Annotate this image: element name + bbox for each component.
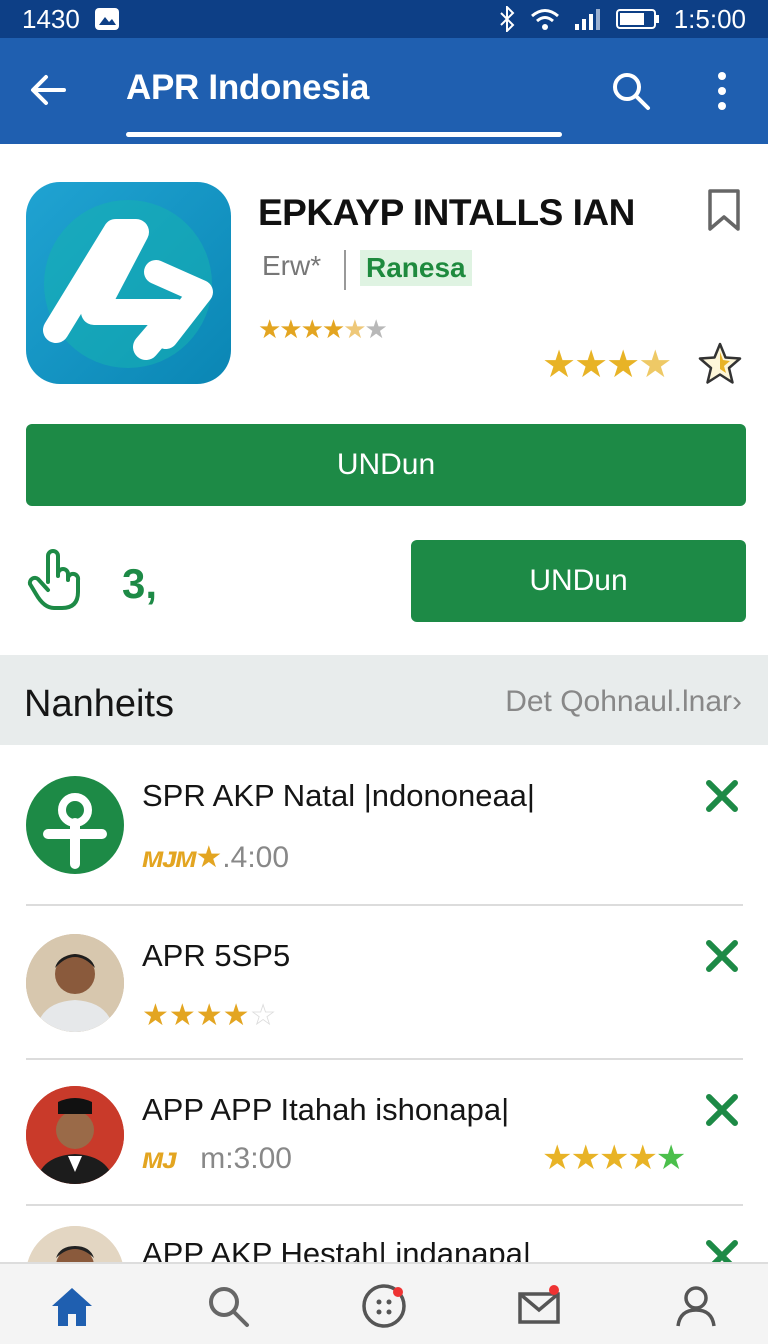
person-photo-icon [26, 1086, 124, 1184]
section-see-all-link[interactable]: Det Qohnaul.lnar› [505, 685, 742, 719]
app-logo-icon [43, 793, 107, 869]
list-item-tag: ᴍᴊ [142, 1142, 177, 1175]
category-badge[interactable]: Ranesa [360, 250, 472, 286]
close-icon[interactable] [704, 938, 740, 974]
status-bar: 1430 1:5:00 [0, 0, 768, 38]
person-photo-icon [26, 934, 124, 1032]
app-icon [26, 182, 231, 384]
list-item[interactable]: APP APP Itahah ishonapa| ᴍᴊ m:3:00 ★★★★★ [0, 1062, 768, 1208]
list-item-tag: ᴍᴊᴍ [142, 841, 197, 874]
back-arrow-icon[interactable] [26, 68, 70, 112]
list-item-rating: ★★★★★ [542, 1139, 686, 1177]
search-icon[interactable] [610, 70, 652, 112]
row-divider [26, 1058, 743, 1060]
list-item-time: .4:00 [222, 841, 290, 874]
apps-icon[interactable] [360, 1282, 408, 1330]
app-bar-title: APR Indonesia [126, 68, 370, 107]
list-item[interactable]: SPR AKP Natal |ndononeaa| ᴍᴊᴍ★.4:00 [0, 760, 768, 906]
bottom-nav [0, 1262, 768, 1344]
app-bar: APR Indonesia [0, 38, 768, 144]
profile-icon[interactable] [672, 1282, 720, 1330]
gallery-icon [94, 8, 119, 30]
person-photo-icon [26, 1226, 124, 1262]
app-name: EPKAYP INTALLS IAN [258, 192, 635, 233]
title-underline [126, 132, 562, 137]
install-button[interactable]: UNDun [26, 424, 746, 506]
list-item-name: APP AKP Hestah| indanapa| [142, 1236, 531, 1262]
close-icon[interactable] [704, 1238, 740, 1262]
more-vert-icon[interactable] [704, 68, 740, 114]
list-item-name: APR 5SP5 [142, 938, 291, 973]
list-item-rating: ★★★★☆ [142, 999, 277, 1032]
list-item-name: SPR AKP Natal |ndononeaa| [142, 778, 535, 813]
list-item-meta: ᴍᴊ m:3:00 [142, 1142, 292, 1176]
battery-icon [615, 9, 659, 29]
star-outline-icon[interactable] [696, 340, 744, 388]
row-divider [26, 1204, 743, 1206]
secondary-install-button[interactable]: UNDun [411, 540, 746, 622]
list-item-name: APP APP Itahah ishonapa| [142, 1092, 510, 1127]
like-count: 3, [122, 560, 158, 607]
status-time-left: 1430 [22, 3, 80, 34]
home-icon[interactable] [48, 1282, 96, 1330]
bookmark-icon[interactable] [704, 188, 744, 232]
mail-icon[interactable] [516, 1282, 564, 1330]
bluetooth-icon [499, 6, 515, 32]
close-icon[interactable] [704, 1092, 740, 1128]
developer-name[interactable]: Erw* [262, 250, 321, 282]
wifi-icon [530, 9, 559, 30]
meta-divider [344, 250, 346, 290]
signal-icon [574, 9, 600, 30]
hand-pointer-icon[interactable] [26, 548, 86, 612]
status-time-right: 1:5:00 [673, 3, 746, 34]
list-item[interactable]: APR 5SP5 ★★★★☆ [0, 906, 768, 1062]
rating-stars-big: ★★★★ [542, 344, 672, 386]
avatar [26, 1226, 124, 1262]
list-item[interactable]: APP AKP Hestah| indanapa| [0, 1208, 768, 1262]
avatar [26, 1086, 124, 1184]
app-logo-icon [43, 200, 213, 368]
avatar [26, 776, 124, 874]
section-title: Nanheits [24, 683, 174, 725]
avatar [26, 934, 124, 1032]
list-item-time: m:3:00 [200, 1142, 292, 1175]
section-header: Nanheits Det Qohnaul.lnar› [0, 655, 768, 745]
list-item-meta: ᴍᴊᴍ★.4:00 [142, 841, 290, 874]
close-icon[interactable] [704, 778, 740, 814]
search-icon[interactable] [204, 1282, 252, 1330]
rating-stars-small: ★★★★★★ [258, 314, 388, 344]
